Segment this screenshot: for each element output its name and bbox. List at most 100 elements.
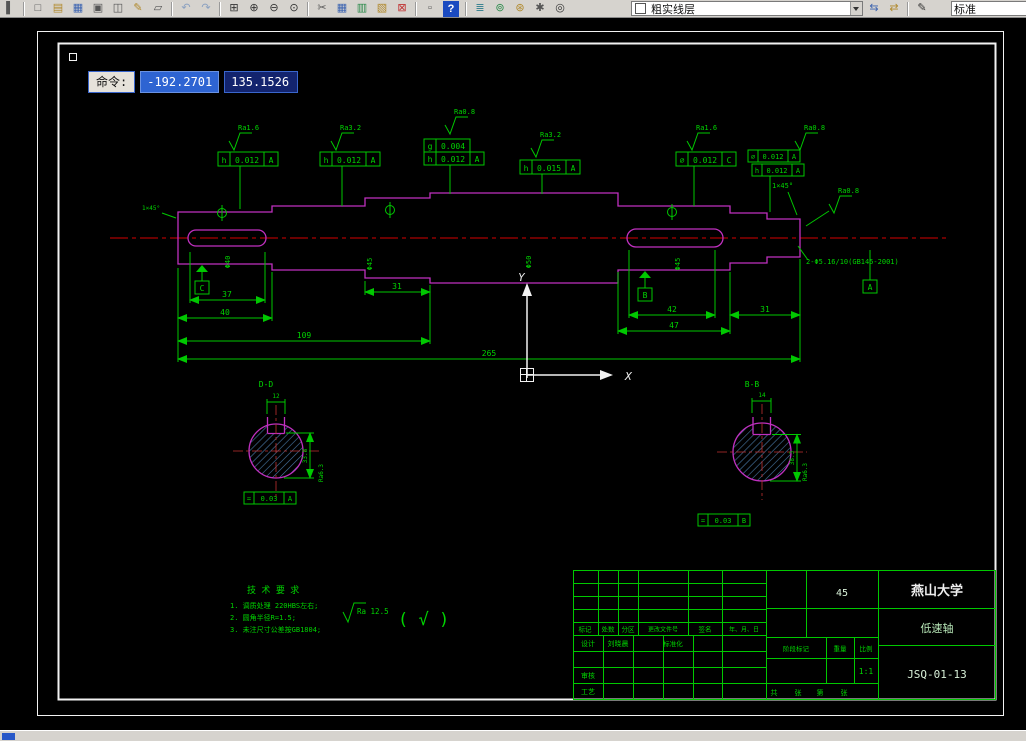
delete-icon[interactable]: ⊠	[393, 0, 411, 18]
save-icon[interactable]: ▦	[69, 0, 87, 18]
svg-text:第: 第	[817, 688, 824, 697]
svg-text:刘晓晨: 刘晓晨	[608, 639, 629, 648]
zoom-out-icon[interactable]: ⊖	[265, 0, 283, 18]
dimension-31-right: 31	[729, 259, 801, 319]
snap-icon[interactable]: ⊛	[511, 0, 529, 18]
zoom-in-icon[interactable]: ⊕	[245, 0, 263, 18]
frame-3a: g 0.004	[423, 138, 471, 153]
toolbar-separator	[307, 1, 309, 16]
plot-icon[interactable]: ▣	[89, 0, 107, 18]
svg-text:签名: 签名	[699, 625, 712, 634]
frame-5: ⌀ 0.012 C	[675, 151, 737, 167]
svg-text:A: A	[288, 495, 293, 503]
svg-text:38.3: 38.3	[789, 450, 796, 465]
cut-icon[interactable]: ✂	[313, 0, 331, 18]
new-file-icon[interactable]: □	[29, 0, 47, 18]
tolerance-frames: h 0.012 A h 0.012 A g 0.004 h 0.012 A h …	[217, 138, 805, 177]
svg-text:年、月、日: 年、月、日	[729, 626, 759, 634]
svg-text:A: A	[792, 153, 797, 161]
svg-text:40: 40	[220, 308, 230, 317]
svg-text:Φ45: Φ45	[366, 258, 374, 271]
svg-text:重量: 重量	[834, 645, 848, 653]
svg-text:A: A	[371, 156, 376, 165]
drawing-canvas[interactable]: 37 40 31 109 265 42 47 31 Φ40 Φ45 Φ50 Φ4…	[0, 0, 1026, 741]
svg-text:0.012: 0.012	[441, 155, 465, 164]
command-y-input[interactable]: 135.1526	[224, 71, 299, 93]
layer-dropdown[interactable]: 粗实线层	[631, 1, 863, 16]
status-bar	[0, 730, 1026, 741]
toolbar: ▌ □ ▤ ▦ ▣ ◫ ✎ ▱ ↶ ↷ ⊞ ⊕ ⊖ ⊙ ✂ ▦ ▥ ▧ ⊠ ▫ …	[0, 0, 1026, 18]
svg-text:1×45°: 1×45°	[772, 182, 793, 190]
svg-text:Ra3.2: Ra3.2	[340, 124, 361, 132]
frame-6: ⌀ 0.012 A	[747, 149, 801, 163]
copy-icon[interactable]: ▱	[149, 0, 167, 18]
svg-text:A: A	[796, 167, 801, 175]
svg-text:37: 37	[222, 290, 232, 299]
settings-icon[interactable]: ✱	[531, 0, 549, 18]
toolbar-separator	[465, 1, 467, 16]
svg-text:h: h	[755, 167, 759, 175]
section-cut-symbols	[217, 202, 677, 221]
pencil-icon[interactable]: ✎	[129, 0, 147, 18]
svg-text:张: 张	[795, 688, 802, 697]
svg-text:Ra1.6: Ra1.6	[238, 124, 259, 132]
toolbar-separator	[23, 1, 25, 16]
svg-text:h: h	[524, 164, 529, 173]
svg-text:分区: 分区	[622, 625, 636, 634]
diameter-labels: Φ40 Φ45 Φ50 Φ45	[224, 256, 682, 271]
svg-text:0.012: 0.012	[693, 156, 717, 165]
dimension-42: 42	[628, 250, 716, 319]
svg-text:B: B	[742, 517, 746, 525]
section-dd-label: D-D	[259, 380, 274, 389]
status-chip	[2, 732, 15, 740]
svg-text:0.012: 0.012	[235, 156, 259, 165]
frame-4: h 0.015 A	[519, 159, 581, 175]
svg-text:⌀: ⌀	[680, 156, 685, 165]
style-dropdown-value: 标准	[954, 3, 976, 16]
general-roughness-note: Ra 12.5 ( √ )	[342, 602, 449, 630]
style-dropdown[interactable]: 标准	[951, 1, 1026, 16]
svg-text:Φ40: Φ40	[224, 256, 232, 269]
section-bb-frame: = 0.03 B	[697, 513, 751, 527]
scale-value: 1:1	[859, 667, 874, 676]
redo-icon[interactable]: ↷	[197, 0, 215, 18]
help-icon[interactable]: ?	[443, 0, 459, 17]
preview-icon[interactable]: ◫	[109, 0, 127, 18]
zoom-extents-icon[interactable]: ⊙	[285, 0, 303, 18]
pen-icon[interactable]: ✎	[913, 0, 931, 18]
zoom-window-icon[interactable]: ⊞	[225, 0, 243, 18]
svg-text:g: g	[428, 142, 433, 151]
partial-left-icon[interactable]: ▌	[1, 0, 19, 18]
section-dd-frame: = 0.03 A	[243, 491, 297, 505]
open-file-icon[interactable]: ▤	[49, 0, 67, 18]
technical-requirements: 技 术 要 求 1. 调质处理 220HBS左右; 2. 圆角半径R=1.5; …	[230, 584, 321, 634]
command-x-input[interactable]: -192.2701	[140, 71, 220, 93]
svg-text:2-Φ5.16/10(GB145-2001): 2-Φ5.16/10(GB145-2001)	[806, 258, 899, 266]
svg-text:设计: 设计	[581, 639, 595, 648]
point-icon[interactable]: ⊚	[491, 0, 509, 18]
svg-text:0.012: 0.012	[337, 156, 361, 165]
svg-text:B: B	[643, 291, 648, 300]
svg-text:Ra6.3: Ra6.3	[802, 463, 809, 481]
chevron-down-icon[interactable]	[850, 2, 862, 15]
svg-text:Ra3.2: Ra3.2	[540, 131, 561, 139]
undo-icon[interactable]: ↶	[177, 0, 195, 18]
command-prompt-label[interactable]: 命令:	[88, 71, 136, 93]
match-properties-icon[interactable]: ⇆	[865, 0, 883, 18]
table-icon[interactable]: ▦	[333, 0, 351, 18]
layers-icon[interactable]: ≣	[471, 0, 489, 18]
layer-swap-icon[interactable]: ⇄	[885, 0, 903, 18]
svg-text:A: A	[868, 283, 873, 292]
command-overlay: 命令: -192.2701 135.1526	[88, 71, 299, 93]
tech-req-title: 技 术 要 求	[247, 584, 299, 596]
svg-text:审核: 审核	[581, 671, 595, 680]
svg-text:1. 调质处理 220HBS左右;: 1. 调质处理 220HBS左右;	[230, 601, 318, 610]
chart-icon[interactable]: ▥	[353, 0, 371, 18]
donut-icon[interactable]: ◎	[551, 0, 569, 18]
svg-text:处数: 处数	[602, 625, 616, 634]
svg-text:0.015: 0.015	[537, 164, 561, 173]
drawing-number: JSQ-01-13	[907, 668, 967, 681]
image-icon[interactable]: ▧	[373, 0, 391, 18]
svg-text:Ra0.8: Ra0.8	[838, 187, 859, 195]
insert-block-icon[interactable]: ▫	[421, 0, 439, 18]
